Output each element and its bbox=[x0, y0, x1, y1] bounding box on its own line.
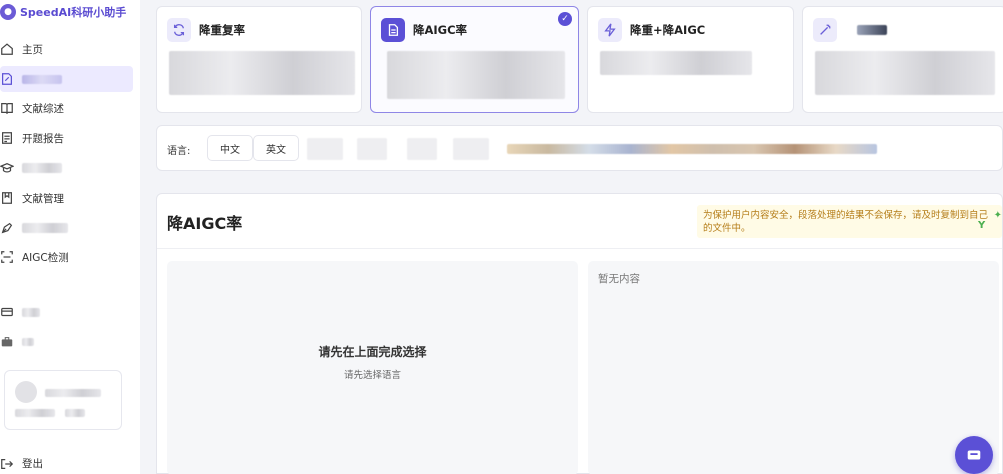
report-icon bbox=[0, 131, 14, 145]
sidebar-item-label: 文献管理 bbox=[22, 192, 64, 205]
blurred-card-description bbox=[387, 51, 565, 99]
sidebar-item-literature-review[interactable]: 文献综述 bbox=[0, 95, 133, 121]
card-title: 降AIGC率 bbox=[413, 23, 468, 37]
blurred-label bbox=[22, 338, 34, 346]
sparkle-icon: ✦ bbox=[993, 210, 1002, 221]
sidebar-item-label: 开题报告 bbox=[22, 132, 64, 145]
sidebar-item-home[interactable]: 主页 bbox=[0, 36, 133, 62]
avatar bbox=[15, 381, 37, 403]
refresh-icon bbox=[167, 18, 191, 42]
sidebar-item-writing[interactable] bbox=[0, 215, 133, 241]
sidebar-item-label: AIGC检测 bbox=[22, 251, 69, 264]
home-icon bbox=[0, 42, 14, 56]
blurred-label bbox=[22, 74, 62, 84]
card-reduce-aigc[interactable]: 降AIGC率 ✓ bbox=[370, 6, 579, 113]
bookmark-icon bbox=[0, 191, 14, 205]
sidebar-item-proposal[interactable]: 开题报告 bbox=[0, 125, 133, 151]
chat-assistant-button[interactable] bbox=[955, 436, 993, 474]
magic-wand-icon bbox=[813, 18, 837, 42]
logout-button[interactable]: 登出 bbox=[0, 456, 43, 471]
blurred-language-option[interactable] bbox=[357, 138, 387, 160]
empty-state-title: 请先在上面完成选择 bbox=[318, 345, 427, 359]
card-magic[interactable] bbox=[802, 6, 1003, 113]
blurred-language-options[interactable] bbox=[507, 144, 877, 154]
card-icon bbox=[0, 305, 14, 319]
language-option-chinese[interactable]: 中文 bbox=[207, 135, 253, 161]
blurred-label bbox=[22, 307, 40, 317]
sidebar: ● SpeedAI科研小助手 主页 文献综述 开题报告 文献管理 AIGC检测 bbox=[0, 0, 140, 474]
blurred-card-title bbox=[857, 25, 887, 35]
page-title: 降AIGC率 bbox=[167, 214, 243, 233]
check-icon: ✓ bbox=[558, 12, 572, 26]
card-title: 降重+降AIGC bbox=[630, 23, 706, 37]
sidebar-item-academic[interactable] bbox=[0, 155, 133, 181]
blurred-card-description bbox=[169, 51, 355, 95]
sidebar-item-literature-management[interactable]: 文献管理 bbox=[0, 185, 133, 211]
blurred-user-info bbox=[65, 409, 85, 417]
no-content-text: 暂无内容 bbox=[598, 273, 640, 285]
blurred-language-option[interactable] bbox=[453, 138, 489, 160]
blurred-card-description bbox=[600, 51, 752, 75]
language-option-english[interactable]: 英文 bbox=[253, 135, 299, 161]
input-area[interactable]: 请先在上面完成选择 请先选择语言 bbox=[167, 261, 578, 474]
edit-doc-icon bbox=[0, 72, 14, 86]
blurred-label bbox=[22, 163, 62, 173]
blurred-user-info bbox=[15, 409, 55, 417]
output-area: 暂无内容 bbox=[588, 261, 999, 474]
language-label: 语言: bbox=[167, 146, 191, 157]
brand-title: SpeedAI科研小助手 bbox=[20, 6, 127, 19]
blurred-language-option[interactable] bbox=[407, 138, 437, 160]
check-badge-icon: Y bbox=[978, 220, 986, 231]
sidebar-item-aigc-detection[interactable]: AIGC检测 bbox=[0, 244, 133, 270]
card-title: 降重复率 bbox=[199, 23, 245, 37]
lightning-icon bbox=[598, 18, 622, 42]
blurred-language-option[interactable] bbox=[307, 138, 343, 160]
language-bar: 语言: 中文 英文 bbox=[156, 125, 1003, 171]
blurred-label bbox=[22, 223, 68, 233]
sidebar-item-card[interactable] bbox=[0, 299, 133, 325]
sidebar-item-briefcase[interactable] bbox=[0, 329, 133, 355]
blurred-username bbox=[45, 389, 101, 397]
document-icon bbox=[381, 18, 405, 42]
main-panel: 降AIGC率 为保护用户内容安全，段落处理的结果不会保存，请及时复制到自己的文件… bbox=[156, 193, 1003, 474]
book-icon bbox=[0, 101, 14, 115]
logout-label: 登出 bbox=[22, 458, 43, 470]
divider bbox=[157, 248, 1002, 249]
card-reduce-duplication[interactable]: 降重复率 bbox=[156, 6, 362, 113]
chat-icon bbox=[967, 450, 981, 460]
robot-logo-icon: ● bbox=[0, 4, 16, 20]
user-card[interactable] bbox=[4, 370, 122, 430]
briefcase-icon bbox=[0, 335, 14, 349]
notice-text: 为保护用户内容安全，段落处理的结果不会保存，请及时复制到自己的文件中。 bbox=[703, 210, 989, 234]
sidebar-item-rewrite[interactable] bbox=[0, 66, 133, 92]
blurred-card-description bbox=[815, 51, 995, 95]
sidebar-item-label: 文献综述 bbox=[22, 102, 64, 115]
brand[interactable]: ● SpeedAI科研小助手 bbox=[0, 3, 126, 21]
scan-icon bbox=[0, 250, 14, 264]
pen-icon bbox=[0, 221, 14, 235]
empty-state-subtitle: 请先选择语言 bbox=[343, 370, 401, 381]
logout-icon bbox=[0, 457, 14, 471]
sidebar-item-label: 主页 bbox=[22, 43, 43, 56]
graduation-icon bbox=[0, 161, 14, 175]
card-reduce-both[interactable]: 降重+降AIGC bbox=[587, 6, 794, 113]
safety-notice: 为保护用户内容安全，段落处理的结果不会保存，请及时复制到自己的文件中。 Y bbox=[697, 205, 1002, 238]
